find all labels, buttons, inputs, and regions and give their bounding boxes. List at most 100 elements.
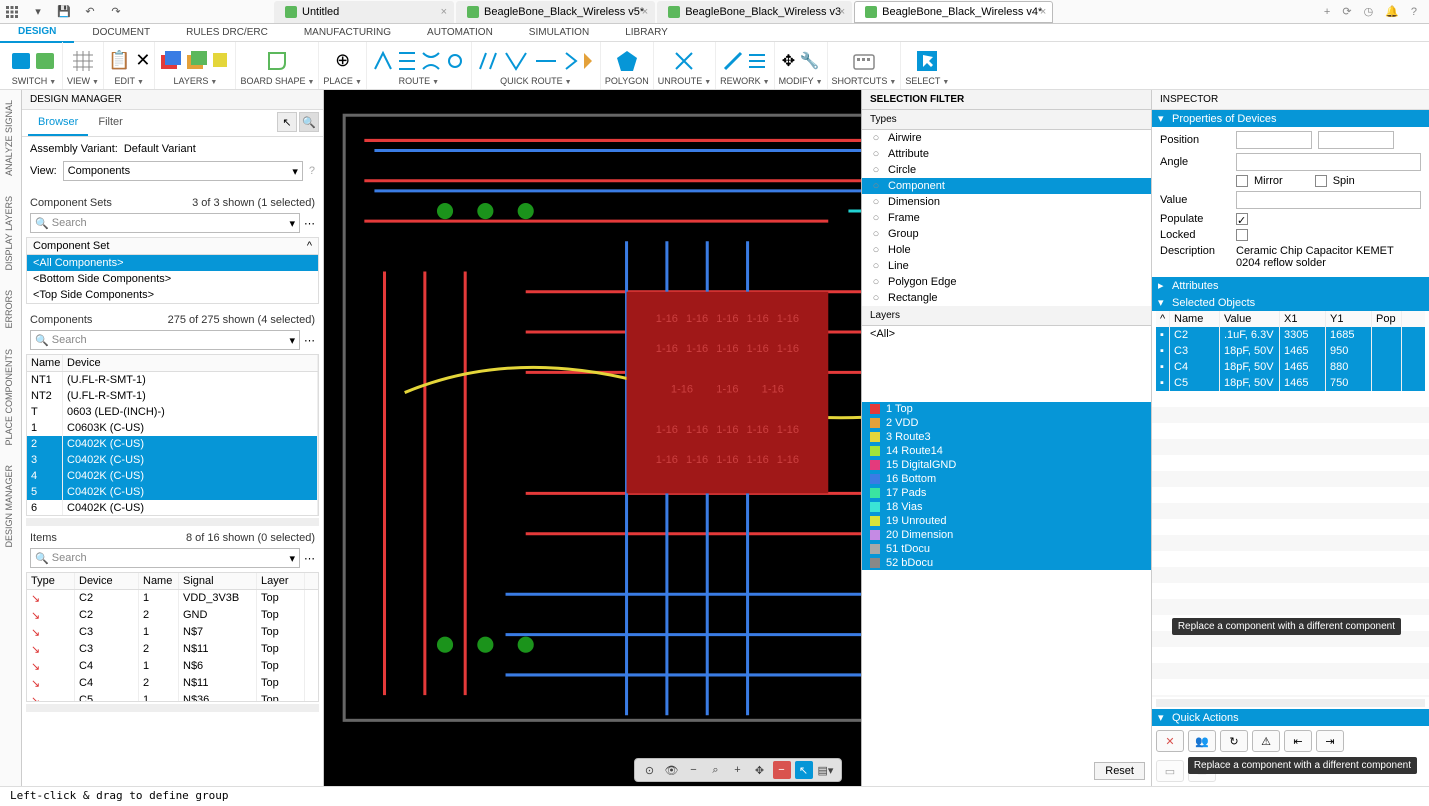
reset-button[interactable]: Reset <box>1094 762 1145 780</box>
component-row[interactable]: T0603 (LED-(INCH)-) <box>27 404 318 420</box>
angle-input[interactable] <box>1236 153 1421 171</box>
menu-rules-drc-erc[interactable]: RULES DRC/ERC <box>168 24 286 42</box>
menu-document[interactable]: DOCUMENT <box>74 24 168 42</box>
filter-type-line[interactable]: ○Line <box>862 258 1151 274</box>
filter-type-group[interactable]: ○Group <box>862 226 1151 242</box>
layer-route14[interactable]: 14 Route14 <box>862 444 1151 458</box>
layer-route3[interactable]: 3 Route3 <box>862 430 1151 444</box>
component-row[interactable]: 4C0402K (C-US) <box>27 468 318 484</box>
component-row[interactable]: 3C0402K (C-US) <box>27 452 318 468</box>
layer-digitalgnd[interactable]: 15 DigitalGND <box>862 458 1151 472</box>
items-more-icon[interactable]: ⋯ <box>304 552 315 565</box>
attributes-section-header[interactable]: ▸Attributes <box>1152 277 1429 294</box>
properties-section-header[interactable]: ▾Properties of Devices <box>1152 110 1429 127</box>
filter-type-airwire[interactable]: ○Airwire <box>862 130 1151 146</box>
add-tab-icon[interactable]: + <box>1324 6 1330 18</box>
ribbon-shortcuts[interactable]: SHORTCUTS▼ <box>828 42 902 89</box>
component-row[interactable]: NT2(U.FL-R-SMT-1) <box>27 388 318 404</box>
zoom-fit-icon[interactable]: ⊙ <box>641 761 659 779</box>
components-more-icon[interactable]: ⋯ <box>304 334 315 347</box>
selected-object-row[interactable]: ▪C518pF, 50V1465750 <box>1156 375 1425 391</box>
eye-icon[interactable]: 👁 <box>663 761 681 779</box>
file-tab[interactable]: BeagleBone_Black_Wireless v3× <box>657 1 852 23</box>
layer-bottom[interactable]: 16 Bottom <box>862 472 1151 486</box>
layer-unrouted[interactable]: 19 Unrouted <box>862 514 1151 528</box>
ribbon-layers[interactable]: LAYERS▼ <box>155 42 236 89</box>
position-x-input[interactable] <box>1236 131 1312 149</box>
component-row[interactable]: NT1(U.FL-R-SMT-1) <box>27 372 318 388</box>
close-icon[interactable]: × <box>839 6 845 18</box>
cursor-icon[interactable]: ↖ <box>795 761 813 779</box>
ribbon-polygon[interactable]: POLYGON <box>601 42 654 89</box>
qa-delete-icon[interactable]: ✕ <box>1156 730 1184 752</box>
compsets-more-icon[interactable]: ⋯ <box>304 217 315 230</box>
file-tab[interactable]: BeagleBone_Black_Wireless v5*× <box>456 1 655 23</box>
layer-vdd[interactable]: 2 VDD <box>862 416 1151 430</box>
ribbon-rework[interactable]: REWORK▼ <box>716 42 774 89</box>
quick-actions-header[interactable]: ▾Quick Actions <box>1152 709 1429 726</box>
inspector-hscroll[interactable] <box>1156 699 1425 707</box>
file-tab[interactable]: Untitled× <box>274 1 454 23</box>
ribbon-edit[interactable]: 📋 ✕EDIT▼ <box>104 42 156 89</box>
dm-search-icon[interactable]: 🔍 <box>299 112 319 132</box>
menu-simulation[interactable]: SIMULATION <box>511 24 607 42</box>
side-tab-design-manager[interactable]: DESIGN MANAGER <box>0 455 21 558</box>
layer-top[interactable]: 1 Top <box>862 402 1151 416</box>
layer-vias[interactable]: 18 Vias <box>862 500 1151 514</box>
ribbon-switch[interactable]: SWITCH▼ <box>6 42 63 89</box>
selected-object-row[interactable]: ▪C418pF, 50V1465880 <box>1156 359 1425 375</box>
component-row[interactable]: 5C0402K (C-US) <box>27 484 318 500</box>
upload-icon[interactable]: ⟳ <box>1342 5 1351 18</box>
filter-type-attribute[interactable]: ○Attribute <box>862 146 1151 162</box>
filter-type-component[interactable]: ○Component <box>862 178 1151 194</box>
filter-type-polygon-edge[interactable]: ○Polygon Edge <box>862 274 1151 290</box>
clock-icon[interactable]: ◷ <box>1364 5 1374 18</box>
compset-item[interactable]: <All Components> <box>27 255 318 271</box>
save-icon[interactable]: 💾 <box>56 4 72 20</box>
qa-extra1-icon[interactable]: ▭ <box>1156 760 1184 782</box>
help-icon[interactable]: ? <box>1411 6 1417 18</box>
qa-refresh-icon[interactable]: ↻ <box>1220 730 1248 752</box>
undo-icon[interactable]: ↶ <box>82 4 98 20</box>
side-tab-display-layers[interactable]: DISPLAY LAYERS <box>0 186 21 281</box>
components-hscroll[interactable] <box>26 518 319 526</box>
filter-type-circle[interactable]: ○Circle <box>862 162 1151 178</box>
ribbon-unroute[interactable]: UNROUTE▼ <box>654 42 716 89</box>
selected-objects-section-header[interactable]: ▾Selected Objects <box>1152 294 1429 311</box>
item-row[interactable]: ↘C41N$6Top <box>27 658 318 675</box>
ribbon-route[interactable]: ROUTE▼ <box>367 42 472 89</box>
selected-object-row[interactable]: ▪C318pF, 50V1465950 <box>1156 343 1425 359</box>
spin-checkbox[interactable] <box>1315 175 1327 187</box>
item-row[interactable]: ↘C42N$11Top <box>27 675 318 692</box>
mirror-checkbox[interactable] <box>1236 175 1248 187</box>
item-row[interactable]: ↘C32N$11Top <box>27 641 318 658</box>
qa-align-right-icon[interactable]: ⇥ <box>1316 730 1344 752</box>
app-grid-icon[interactable] <box>4 4 20 20</box>
tab-filter[interactable]: Filter <box>88 110 132 136</box>
item-row[interactable]: ↘C31N$7Top <box>27 624 318 641</box>
ribbon-modify[interactable]: ✥ 🔧MODIFY▼ <box>775 42 828 89</box>
ribbon-board-shape[interactable]: BOARD SHAPE▼ <box>236 42 319 89</box>
dm-pointer-icon[interactable]: ↖ <box>277 112 297 132</box>
bell-icon[interactable]: 🔔 <box>1385 5 1399 18</box>
side-tab-analyze-signal[interactable]: ANALYZE SIGNAL <box>0 90 21 186</box>
new-file-icon[interactable]: ▾ <box>30 4 46 20</box>
populate-checkbox[interactable]: ✓ <box>1236 213 1248 225</box>
view-select[interactable]: Components▾ <box>63 161 303 181</box>
component-row[interactable]: 1C0603K (C-US) <box>27 420 318 436</box>
item-row[interactable]: ↘C51N$36Top <box>27 692 318 702</box>
ribbon-view[interactable]: VIEW▼ <box>63 42 104 89</box>
close-icon[interactable]: × <box>1040 6 1046 18</box>
stop-icon[interactable]: − <box>773 761 791 779</box>
component-row[interactable]: 2C0402K (C-US) <box>27 436 318 452</box>
item-row[interactable]: ↘C22GNDTop <box>27 607 318 624</box>
menu-library[interactable]: LIBRARY <box>607 24 686 42</box>
selected-object-row[interactable]: ▪C2.1uF, 6.3V33051685 <box>1156 327 1425 343</box>
menu-automation[interactable]: AUTOMATION <box>409 24 511 42</box>
pcb-canvas[interactable]: press / to activate command line mode <box>324 90 1151 786</box>
locked-checkbox[interactable] <box>1236 229 1248 241</box>
compset-item[interactable]: <Bottom Side Components> <box>27 271 318 287</box>
redo-icon[interactable]: ↷ <box>108 4 124 20</box>
qa-warning-icon[interactable]: ⚠ <box>1252 730 1280 752</box>
items-search-input[interactable]: 🔍 Search▾ <box>30 548 300 568</box>
